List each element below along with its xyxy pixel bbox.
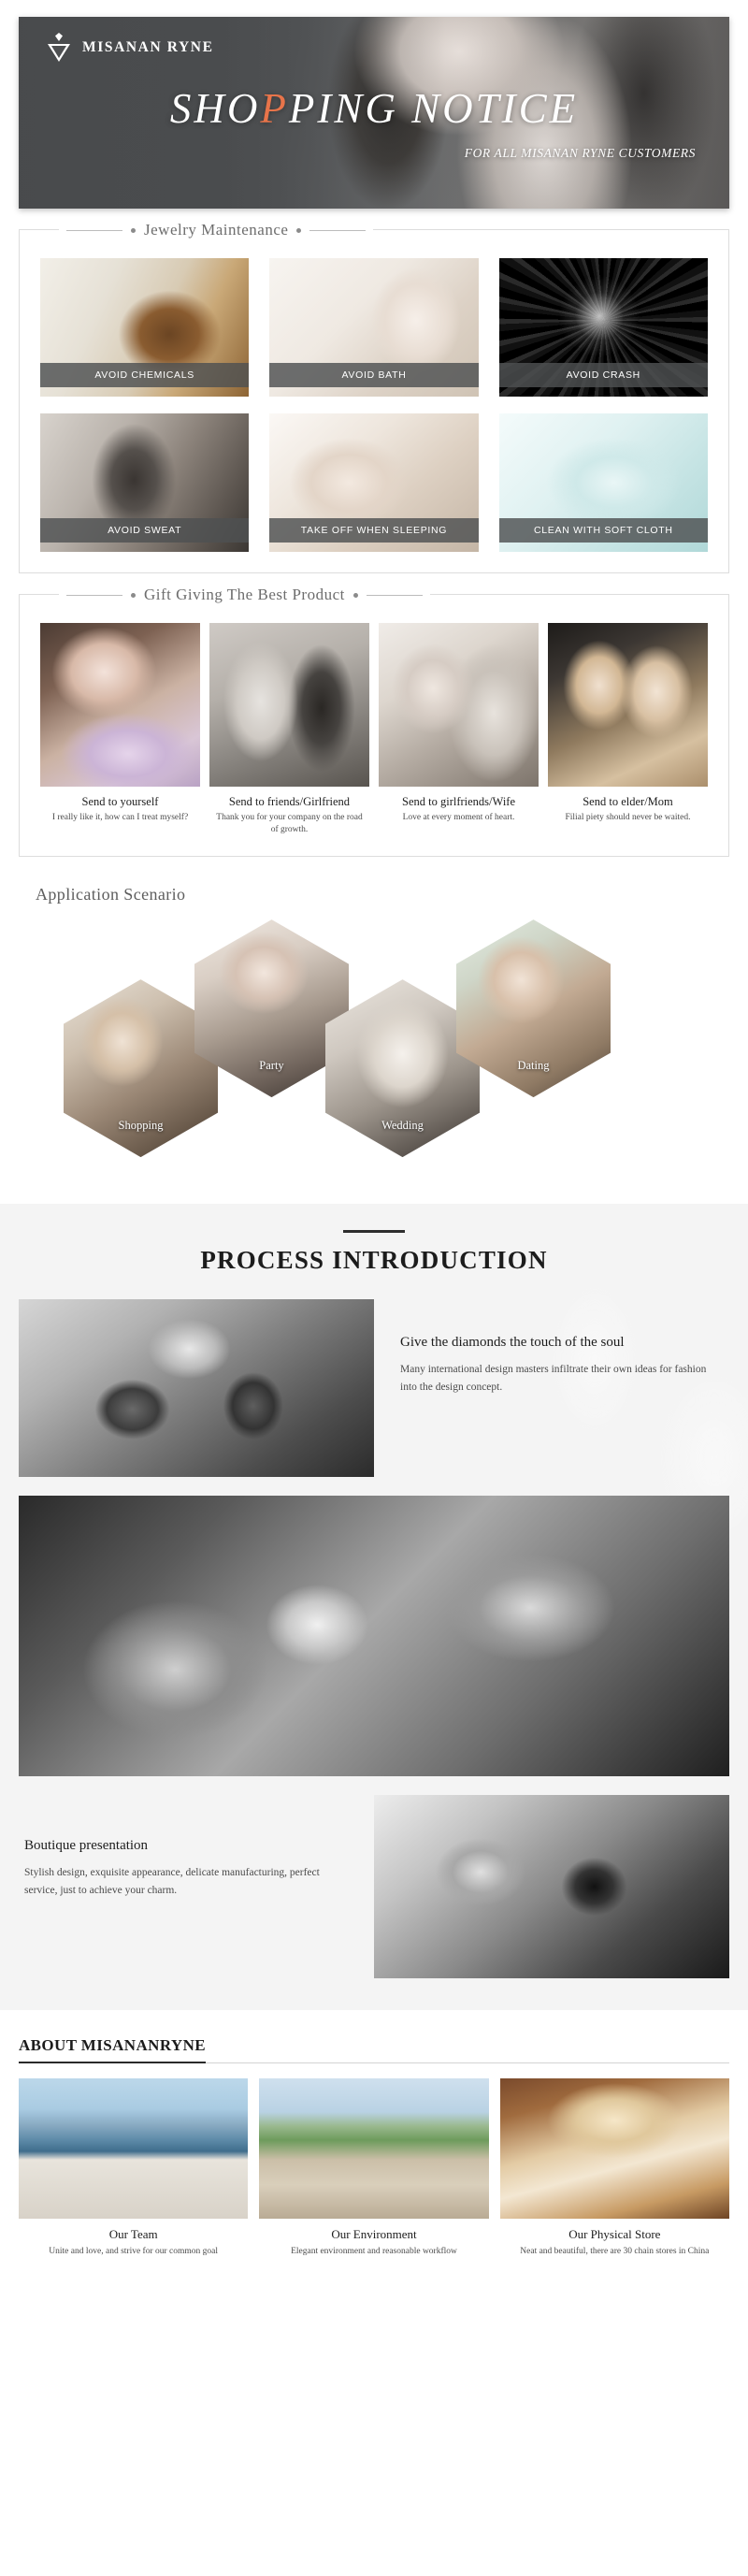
about-image-team [19,2078,249,2220]
gift-heading-group: Gift Giving The Best Product [59,586,430,604]
process-image-meeting [19,1299,374,1478]
process-title-rule [343,1230,405,1234]
heading-rule-left [66,594,122,596]
gift-description: Filial piety should never be waited. [565,813,691,822]
maintenance-caption: AVOID BATH [269,363,479,387]
process-title: PROCESS INTRODUCTION [200,1246,548,1275]
heading-dot-right [352,592,358,598]
brand-logo[interactable]: MISANAN RYNE [47,33,214,62]
product-detail-page: MISANAN RYNE SHOPPING NOTICE FOR ALL MIS… [0,17,748,2282]
maintenance-tile: TAKE OFF WHEN SLEEPING [269,413,479,552]
jewelry-maintenance-panel: Jewelry Maintenance AVOID CHEMICALS AVOI… [19,221,729,573]
about-grid: Our Team Unite and love, and strive for … [19,2078,729,2258]
scenario-hex-field: Shopping Party Wedding Dating [19,908,729,1179]
process-introduction-section: PROCESS INTRODUCTION Give the diamonds t… [0,1204,748,2011]
gift-giving-panel: Gift Giving The Best Product Send to you… [19,586,729,858]
gift-image [548,623,708,787]
heading-rule-left [66,229,122,231]
gift-tile: Send to friends/Girlfriend Thank you for… [209,623,369,835]
maintenance-tile: AVOID CHEMICALS [40,258,250,397]
gift-title: Send to friends/Girlfriend [228,795,351,808]
maintenance-caption: CLEAN WITH SOFT CLOTH [498,518,708,543]
gift-grid: Send to yourself I really like it, how c… [40,623,708,835]
process-block-a: Give the diamonds the touch of the soul … [19,1299,729,1478]
about-tile-title: Our Team [108,2227,158,2242]
about-section: ABOUT MISANANRYNE Our Team Unite and lov… [19,2036,729,2282]
maintenance-caption: AVOID CHEMICALS [40,363,250,387]
hero-title-pre: SHO [169,85,261,132]
scenario-label: Wedding [381,1119,424,1133]
maintenance-heading-group: Jewelry Maintenance [59,221,374,239]
process-text-b: Boutique presentation Stylish design, ex… [19,1795,374,1978]
maintenance-heading: Jewelry Maintenance [144,221,289,239]
about-tile-desc: Neat and beautiful, there are 30 chain s… [520,2247,710,2257]
gift-title: Send to girlfriends/Wife [402,795,515,808]
gift-image [209,623,369,787]
gift-tile: Send to yourself I really like it, how c… [40,623,200,835]
process-body-b: Stylish design, exquisite appearance, de… [24,1867,320,1896]
process-image-craftsman [19,1496,729,1777]
hero-title: SHOPPING NOTICE [19,84,729,133]
gift-description: Thank you for your company on the road o… [216,813,363,834]
hero-banner: MISANAN RYNE SHOPPING NOTICE FOR ALL MIS… [19,17,729,209]
process-image-polishing [374,1795,729,1979]
process-heading-a: Give the diamonds the touch of the soul [400,1335,625,1351]
about-tile-title: Our Environment [331,2227,417,2242]
scenario-label: Shopping [118,1119,164,1133]
about-tile: Our Physical Store Neat and beautiful, t… [499,2078,729,2258]
maintenance-tile: AVOID SWEAT [40,413,250,552]
heading-dot-left [131,592,136,598]
gift-heading: Gift Giving The Best Product [144,586,345,603]
hero-title-post: PING NOTICE [288,85,579,132]
gift-title: Send to elder/Mom [583,795,673,808]
gift-image [379,623,539,787]
diamond-logo-icon [47,33,71,62]
about-tile-desc: Unite and love, and strive for our commo… [49,2247,219,2257]
brand-name: MISANAN RYNE [82,39,214,55]
maintenance-caption: AVOID CRASH [498,363,708,387]
process-text-a: Give the diamonds the touch of the soul … [374,1299,729,1477]
maintenance-tile: AVOID BATH [269,258,479,397]
hero-title-highlight: P [260,85,289,132]
gift-description: I really like it, how can I treat myself… [51,813,189,822]
heading-dot-right [296,227,302,233]
process-heading-b: Boutique presentation [24,1838,149,1854]
process-block-b: Boutique presentation Stylish design, ex… [19,1795,729,1979]
gift-image [40,623,200,787]
about-tile-desc: Elegant environment and reasonable workf… [291,2247,457,2257]
about-title: ABOUT MISANANRYNE [19,2036,206,2064]
maintenance-caption: AVOID SWEAT [40,518,250,543]
maintenance-tile: CLEAN WITH SOFT CLOTH [498,413,708,552]
hero-subtitle: FOR ALL MISANAN RYNE CUSTOMERS [464,146,696,160]
heading-rule-right [309,229,367,231]
gift-description: Love at every moment of heart. [402,813,515,822]
heading-rule-right [366,594,423,596]
maintenance-caption: TAKE OFF WHEN SLEEPING [269,518,479,543]
about-image-store [499,2078,729,2220]
gift-title: Send to yourself [81,795,159,808]
maintenance-tile: AVOID CRASH [498,258,708,397]
maintenance-grid: AVOID CHEMICALS AVOID BATH AVOID CRASH A… [40,258,708,552]
application-scenario-section: Application Scenario Shopping Party Wedd… [19,885,729,1179]
about-tile: Our Environment Elegant environment and … [259,2078,489,2258]
about-image-environment [259,2078,489,2220]
about-tile: Our Team Unite and love, and strive for … [19,2078,249,2258]
gift-tile: Send to girlfriends/Wife Love at every m… [379,623,539,835]
process-body-a: Many international design masters infilt… [400,1364,707,1393]
gift-tile: Send to elder/Mom Filial piety should ne… [548,623,708,835]
about-tile-title: Our Physical Store [568,2227,661,2242]
heading-dot-left [131,227,136,233]
scenario-heading: Application Scenario [36,885,186,904]
